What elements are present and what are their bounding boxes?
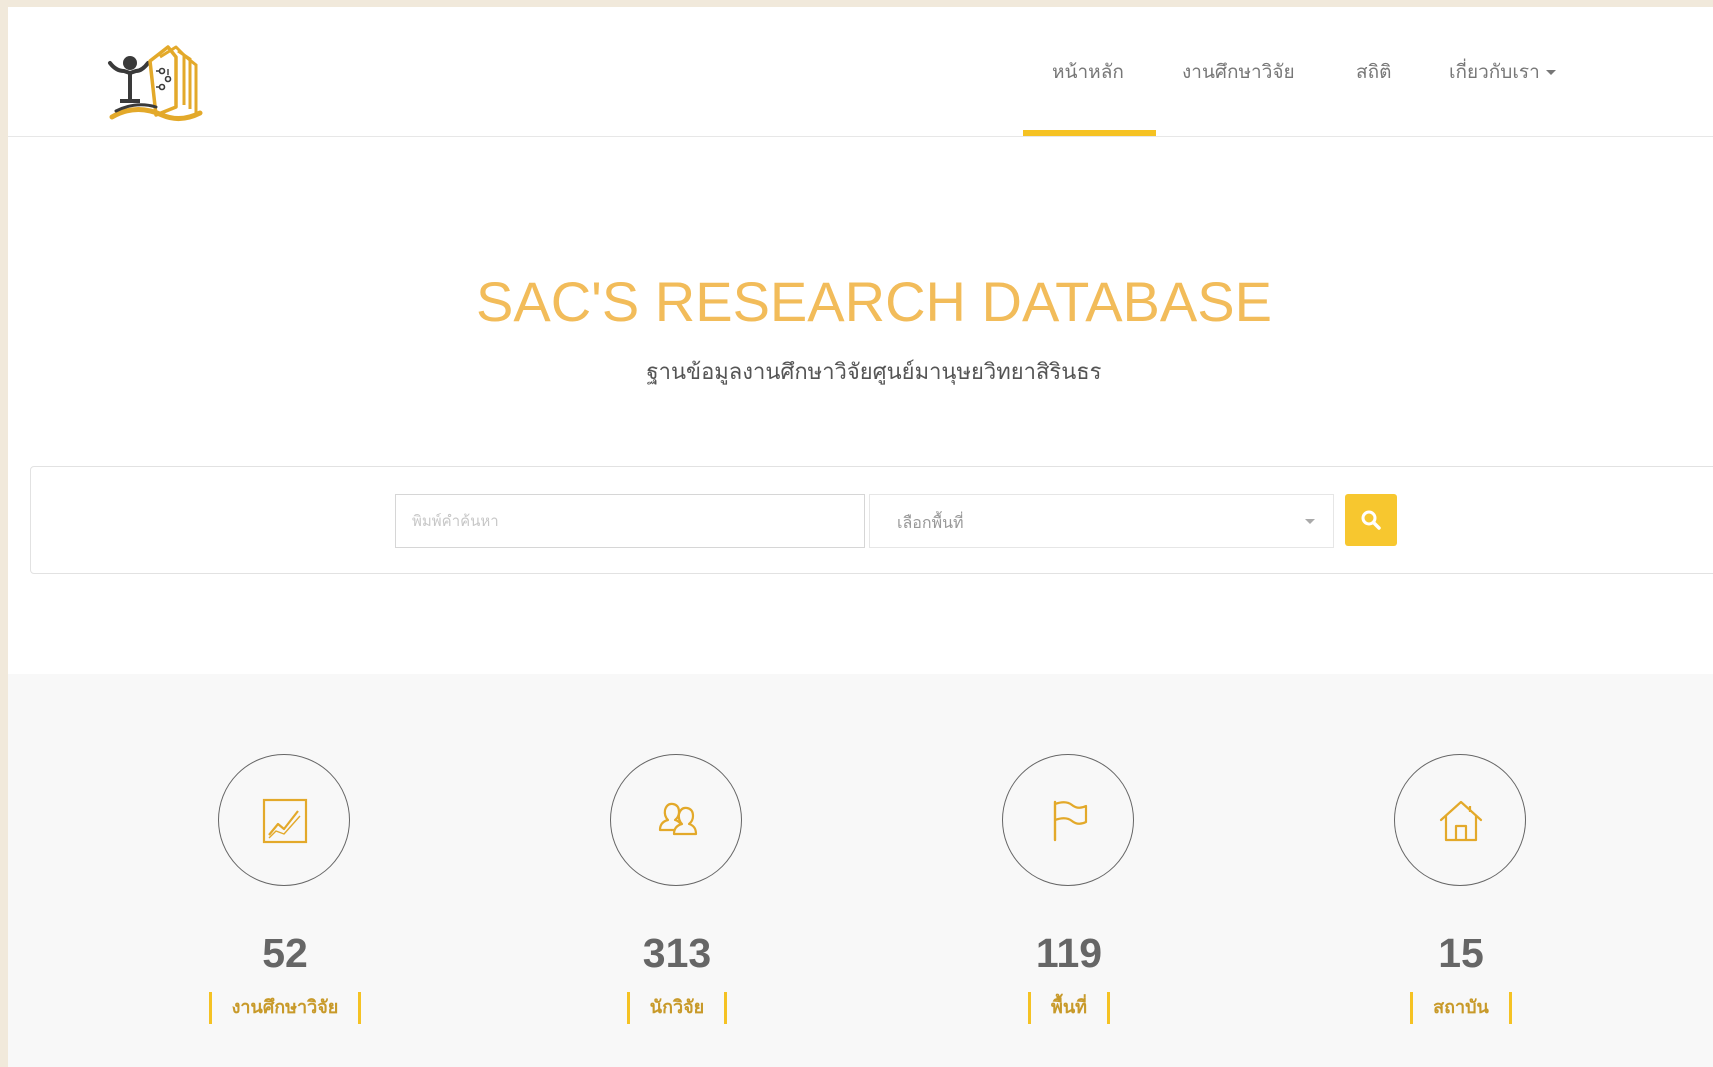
stat-institutes-circle [1394,754,1526,886]
stat-researchers-circle [610,754,742,886]
search-input[interactable] [395,494,865,548]
page-frame: หน้าหลัก งานศึกษาวิจัย สถิติ เกี่ยวกับเร… [8,7,1713,1067]
stat-research-circle [218,754,350,886]
area-select[interactable]: เลือกพื้นที่ [869,494,1334,548]
stat-institutes-label-wrap: สถาบัน [1361,992,1561,1024]
stat-areas-circle [1002,754,1134,886]
stat-areas-label: พื้นที่ [1027,992,1111,1024]
search-panel: เลือกพื้นที่ [30,466,1713,574]
page-subtitle: ฐานข้อมูลงานศึกษาวิจัยศูนย์มานุษยวิทยาสิ… [646,360,1102,385]
stat-research-number: 52 [262,930,308,976]
stat-institutes-label: สถาบัน [1410,992,1512,1024]
site-logo[interactable] [106,41,218,131]
nav-about-dropdown[interactable]: เกี่ยวกับเรา [1449,57,1556,87]
search-icon [1361,510,1381,530]
chevron-down-icon [1305,519,1315,524]
page-title: SAC'S RESEARCH DATABASE [476,270,1272,333]
stat-research-label: งานศึกษาวิจัย [208,992,362,1024]
caret-down-icon [1545,70,1556,75]
active-nav-indicator [1023,130,1156,136]
stat-researchers-label-wrap: นักวิจัย [577,992,777,1024]
area-select-value: เลือกพื้นที่ [897,513,964,532]
chart-icon [262,798,308,844]
stat-institutes-number: 15 [1438,930,1484,976]
flag-icon [1053,800,1088,842]
navbar: หน้าหลัก งานศึกษาวิจัย สถิติ เกี่ยวกับเร… [8,7,1713,137]
stats-section: 52 งานศึกษาวิจัย 313 นักวิจัย 119 พื้นที… [8,674,1713,1067]
stat-researchers-label: นักวิจัย [626,992,728,1024]
stat-research-label-wrap: งานศึกษาวิจัย [185,992,385,1024]
stat-areas-label-wrap: พื้นที่ [969,992,1169,1024]
home-icon [1439,800,1483,842]
stat-areas-number: 119 [1035,930,1103,976]
nav-research[interactable]: งานศึกษาวิจัย [1182,57,1295,87]
people-icon [658,802,698,836]
search-button[interactable] [1345,494,1397,546]
stat-researchers-number: 313 [642,930,712,976]
nav-home[interactable]: หน้าหลัก [1052,57,1124,87]
nav-about-label: เกี่ยวกับเรา [1449,61,1540,83]
nav-statistics[interactable]: สถิติ [1356,57,1391,87]
